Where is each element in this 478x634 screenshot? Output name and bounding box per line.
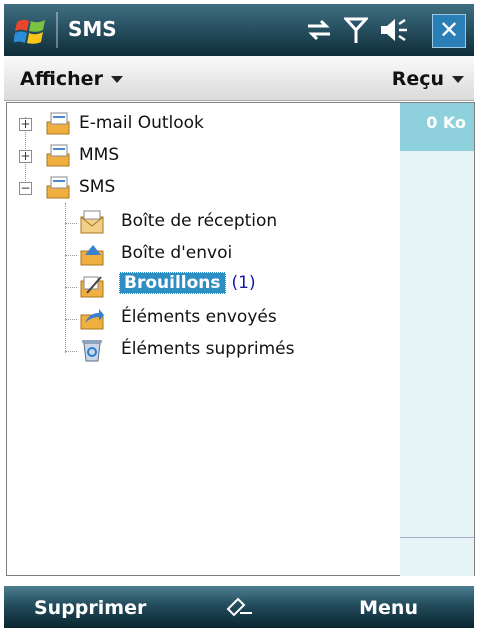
storage-size: 0 Ko bbox=[426, 113, 466, 132]
folder-outbox[interactable]: Boîte d'envoi bbox=[7, 239, 397, 269]
expand-plus-icon[interactable]: + bbox=[19, 118, 32, 131]
phone-screen: SMS ✕ Afficher Reçu + E-mail Outlook + M… bbox=[4, 4, 475, 628]
speaker-volume-icon[interactable] bbox=[379, 16, 409, 44]
panel-footer bbox=[400, 537, 474, 576]
folder-label: Boîte d'envoi bbox=[121, 243, 233, 263]
tree-item-label: E-mail Outlook bbox=[79, 113, 204, 133]
panel-header: 0 Ko bbox=[400, 103, 474, 151]
collapse-minus-icon[interactable]: − bbox=[19, 182, 32, 195]
menu-softkey[interactable]: Menu bbox=[359, 597, 418, 619]
app-title: SMS bbox=[68, 17, 117, 41]
folder-deleted[interactable]: Éléments supprimés bbox=[7, 335, 397, 365]
connectivity-icon[interactable] bbox=[304, 16, 334, 44]
input-panel-icon[interactable] bbox=[224, 595, 254, 619]
inbox-icon bbox=[80, 210, 104, 234]
folder-label: Éléments envoyés bbox=[121, 307, 277, 327]
tree-item-email-outlook[interactable]: + E-mail Outlook bbox=[7, 109, 397, 139]
windows-start-icon[interactable] bbox=[14, 14, 48, 48]
folder-inbox[interactable]: Boîte de réception bbox=[7, 207, 397, 237]
close-button[interactable]: ✕ bbox=[432, 14, 466, 48]
delete-softkey[interactable]: Supprimer bbox=[34, 597, 146, 619]
folder-label-selected: Brouillons (1) bbox=[119, 272, 256, 294]
outbox-icon bbox=[80, 245, 104, 266]
signal-antenna-icon[interactable] bbox=[344, 16, 368, 44]
mailbox-account-icon bbox=[46, 112, 70, 135]
title-separator bbox=[56, 12, 58, 48]
drafts-icon bbox=[80, 276, 104, 298]
softkey-bar: Supprimer Menu bbox=[4, 586, 474, 628]
folder-label: Boîte de réception bbox=[121, 211, 278, 231]
sent-icon bbox=[80, 309, 104, 330]
menu-bar: Afficher Reçu bbox=[4, 56, 474, 101]
deleted-icon bbox=[82, 340, 102, 362]
chevron-down-icon bbox=[452, 76, 464, 83]
view-menu-label: Afficher bbox=[20, 68, 103, 90]
mailbox-account-icon bbox=[46, 176, 70, 199]
expand-plus-icon[interactable]: + bbox=[19, 150, 32, 163]
folder-sent[interactable]: Éléments envoyés bbox=[7, 303, 397, 333]
unread-count: (1) bbox=[231, 273, 256, 293]
sort-menu[interactable]: Reçu bbox=[392, 68, 464, 90]
tree-item-sms[interactable]: − SMS bbox=[7, 173, 397, 203]
tree-item-label: SMS bbox=[79, 177, 116, 197]
message-list-panel: 0 Ko bbox=[400, 102, 475, 576]
chevron-down-icon bbox=[110, 76, 123, 83]
folder-drafts[interactable]: Brouillons (1) bbox=[7, 271, 397, 301]
folder-tree: + E-mail Outlook + MMS − SMS Boîte de ré… bbox=[6, 102, 401, 576]
title-bar: SMS ✕ bbox=[4, 4, 474, 56]
tree-item-mms[interactable]: + MMS bbox=[7, 141, 397, 171]
tree-item-label: MMS bbox=[79, 145, 120, 165]
folder-label: Éléments supprimés bbox=[121, 339, 295, 359]
mailbox-account-icon bbox=[46, 144, 70, 167]
view-menu[interactable]: Afficher bbox=[20, 68, 123, 90]
sort-menu-label: Reçu bbox=[391, 68, 444, 90]
selected-folder-label: Brouillons bbox=[119, 272, 226, 294]
